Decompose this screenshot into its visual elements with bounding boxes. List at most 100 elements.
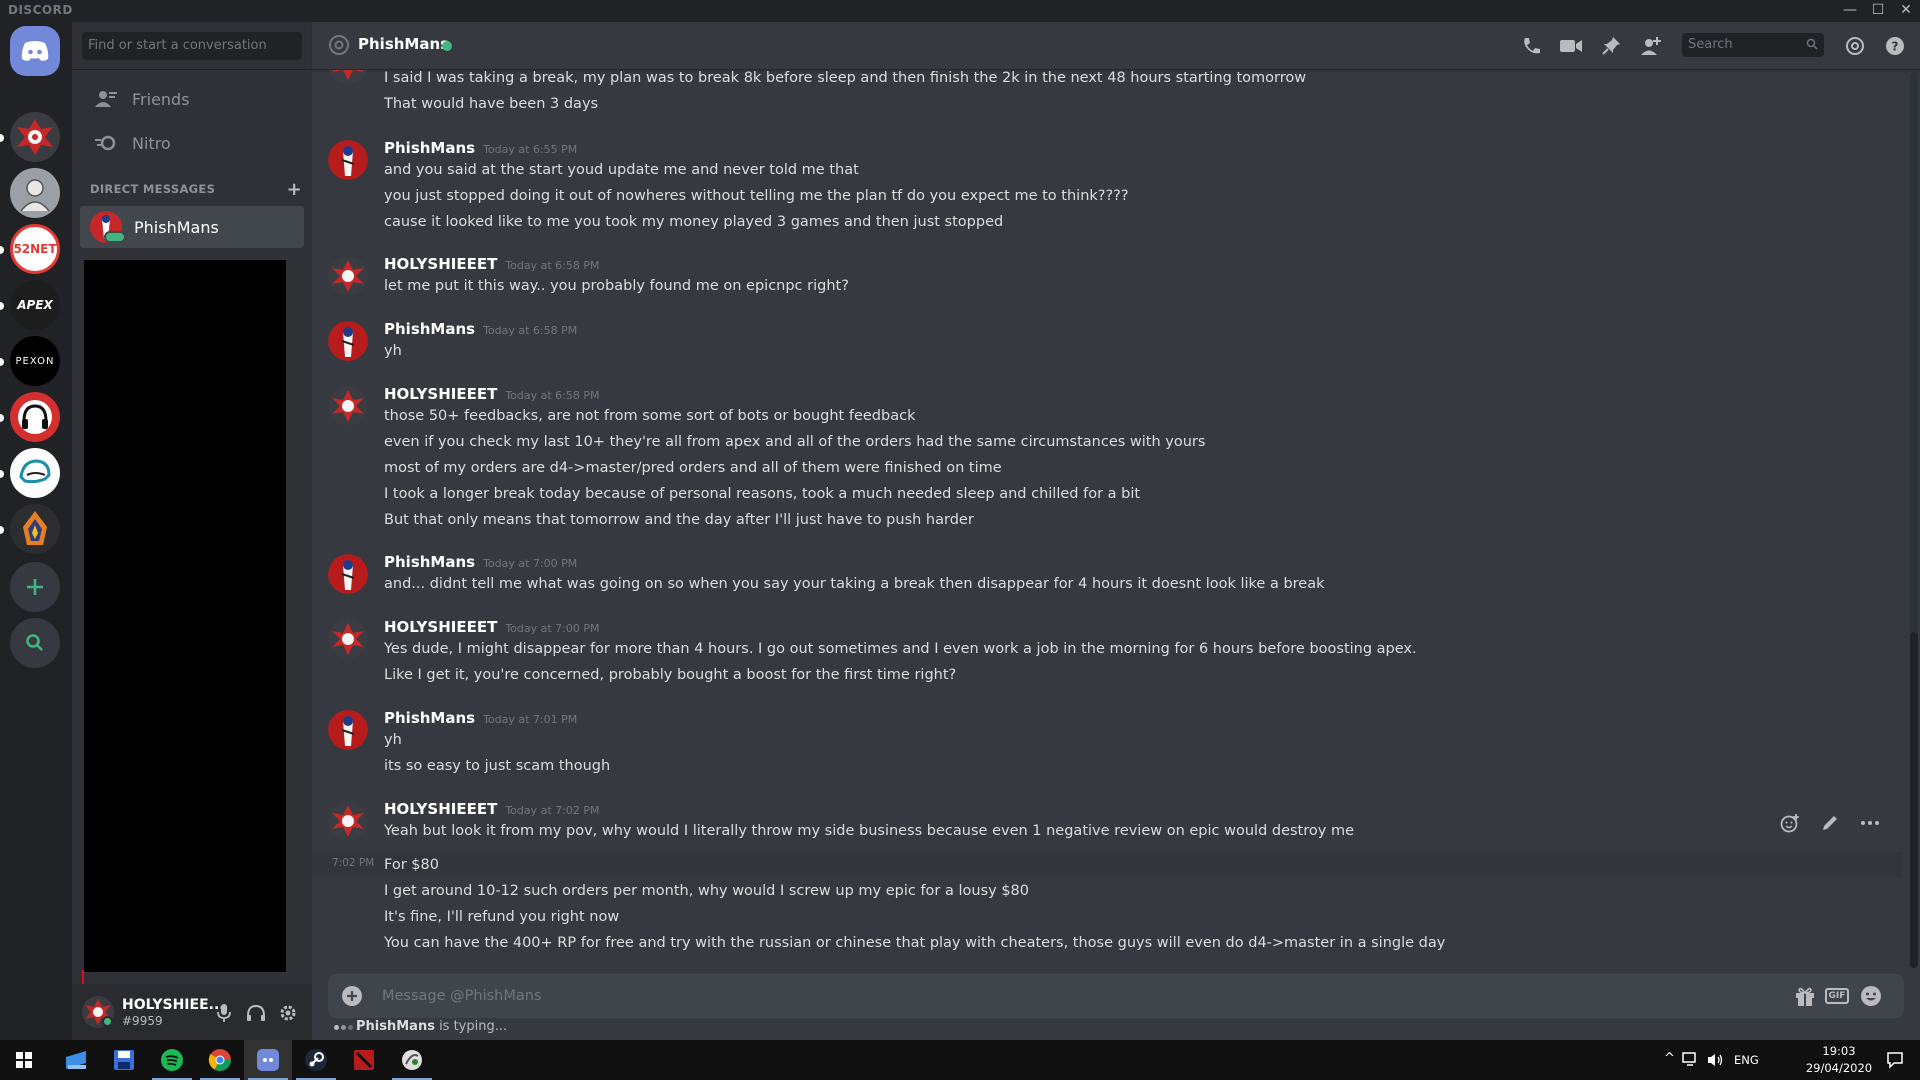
message-text: You can have the 400+ RP for free and tr… <box>384 935 1446 951</box>
microphone-icon <box>217 1004 231 1022</box>
upload-plus-icon[interactable] <box>342 986 362 1006</box>
taskbar-app[interactable] <box>100 1040 148 1080</box>
avatar[interactable] <box>82 996 114 1028</box>
tray-overflow-chevron-icon[interactable]: ^ <box>1664 1051 1675 1066</box>
message-author[interactable]: PhishMans <box>384 320 475 338</box>
server-apex-label: APEX <box>17 298 53 312</box>
dm-item-phishmans[interactable]: PhishMans <box>80 206 304 248</box>
unread-indicator <box>0 302 4 310</box>
add-server-button[interactable] <box>10 562 60 612</box>
server-icon-52net[interactable]: 52NET <box>10 224 60 274</box>
message-scrollbar[interactable] <box>1910 72 1918 968</box>
scrollbar-thumb[interactable] <box>1910 632 1918 968</box>
message-author[interactable]: HOLYSHIEEET <box>384 800 497 818</box>
avatar[interactable] <box>328 140 368 180</box>
help-button[interactable]: ? <box>1882 34 1908 58</box>
avatar[interactable] <box>328 801 368 841</box>
dm-item-label: PhishMans <box>134 217 219 237</box>
typing-user: PhishMans <box>356 1019 435 1034</box>
taskbar-app-chrome[interactable] <box>196 1040 244 1080</box>
help-icon: ? <box>1886 37 1904 55</box>
network-icon[interactable] <box>1682 1052 1700 1068</box>
clock-time[interactable]: 19:03 <box>1804 1044 1874 1058</box>
message-text: I took a longer break today because of p… <box>384 486 1141 502</box>
avatar[interactable] <box>328 710 368 750</box>
server-icon-pexon[interactable]: PEXON <box>10 336 60 386</box>
create-dm-icon[interactable]: + <box>287 179 302 200</box>
gift-button[interactable] <box>1792 984 1818 1008</box>
taskbar-app-dota[interactable] <box>340 1040 388 1080</box>
message-list: I said I was taking a break, my plan was… <box>312 70 1908 972</box>
more-options-icon[interactable] <box>1860 820 1880 826</box>
hovered-message-row[interactable] <box>312 852 1902 878</box>
gear-icon <box>280 1005 296 1021</box>
server-icon-apex[interactable]: APEX <box>10 280 60 330</box>
avatar[interactable] <box>328 386 368 426</box>
explore-servers-button[interactable] <box>10 618 60 668</box>
gif-button[interactable]: GIF <box>1824 984 1850 1008</box>
server-icon-headset[interactable] <box>10 392 60 442</box>
emoji-button[interactable] <box>1858 984 1884 1008</box>
red-emblem-icon <box>17 119 53 155</box>
online-status-icon <box>102 1016 113 1027</box>
message-header: PhishMans Today at 7:00 PM <box>384 552 577 571</box>
message-author[interactable]: PhishMans <box>384 139 475 157</box>
message-text: you just stopped doing it out of nowhere… <box>384 188 1129 204</box>
header-search-input[interactable]: Search <box>1682 33 1824 57</box>
sidebar-item-friends[interactable]: Friends <box>80 78 304 120</box>
message-header: PhishMans Today at 6:55 PM <box>384 138 577 157</box>
window-titlebar: DISCORD — ☐ ✕ <box>0 0 1920 22</box>
volume-icon[interactable] <box>1706 1052 1724 1068</box>
notification-center-icon[interactable] <box>1886 1051 1904 1069</box>
pin-icon <box>1602 37 1620 55</box>
avatar[interactable] <box>328 321 368 361</box>
message-author[interactable]: PhishMans <box>384 553 475 571</box>
taskbar-app[interactable] <box>388 1040 436 1080</box>
message-author[interactable]: HOLYSHIEEET <box>384 385 497 403</box>
mentions-button[interactable] <box>1842 34 1868 58</box>
sidebar-item-nitro[interactable]: Nitro <box>80 122 304 164</box>
server-icon-flame[interactable] <box>10 504 60 554</box>
unread-indicator <box>0 470 4 478</box>
taskbar-app[interactable] <box>52 1040 100 1080</box>
dm-search-input[interactable]: Find or start a conversation <box>82 32 302 60</box>
deafen-button[interactable] <box>244 1002 268 1024</box>
add-friends-to-dm-button[interactable] <box>1638 34 1664 58</box>
server-icon-2[interactable] <box>10 168 60 218</box>
add-reaction-icon[interactable] <box>1780 813 1800 833</box>
user-settings-button[interactable] <box>276 1002 300 1024</box>
edit-pencil-icon[interactable] <box>1821 814 1839 832</box>
close-window-button[interactable]: ✕ <box>1892 0 1920 22</box>
avatar[interactable] <box>328 70 368 84</box>
start-video-call-button[interactable] <box>1558 34 1584 58</box>
clock-date[interactable]: 29/04/2020 <box>1804 1061 1874 1075</box>
server-icon-1[interactable] <box>10 112 60 162</box>
message-author[interactable]: PhishMans <box>384 709 475 727</box>
message-timestamp: Today at 6:58 PM <box>483 324 578 337</box>
home-button[interactable] <box>10 26 60 76</box>
cap-icon <box>19 459 51 484</box>
avatar[interactable] <box>328 619 368 659</box>
message-author[interactable]: HOLYSHIEEET <box>384 255 497 273</box>
minimize-button[interactable]: — <box>1836 0 1864 22</box>
taskbar-app-discord[interactable] <box>244 1040 292 1080</box>
dm-sidebar: Find or start a conversation Friends Nit… <box>72 22 312 1040</box>
message-text: even if you check my last 10+ they're al… <box>384 434 1206 450</box>
message-input[interactable] <box>382 986 1682 1006</box>
start-button[interactable] <box>0 1040 48 1080</box>
message-text: I get around 10-12 such orders per month… <box>384 883 1030 899</box>
maximize-button[interactable]: ☐ <box>1864 0 1892 22</box>
mute-button[interactable] <box>212 1002 236 1024</box>
message-author[interactable]: HOLYSHIEEET <box>384 618 497 636</box>
emoji-smile-icon <box>1861 986 1881 1006</box>
server-icon-cap[interactable] <box>10 448 60 498</box>
online-status-icon <box>104 231 126 243</box>
start-voice-call-button[interactable] <box>1518 34 1544 58</box>
search-icon <box>1806 38 1818 50</box>
taskbar-app-spotify[interactable] <box>148 1040 196 1080</box>
pinned-messages-button[interactable] <box>1598 34 1624 58</box>
input-language[interactable]: ENG <box>1734 1053 1759 1067</box>
taskbar-app-steam[interactable] <box>292 1040 340 1080</box>
avatar[interactable] <box>328 256 368 296</box>
avatar[interactable] <box>328 554 368 594</box>
